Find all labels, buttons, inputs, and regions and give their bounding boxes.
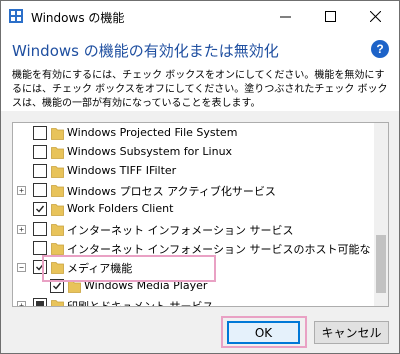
maximize-button[interactable] (308, 1, 353, 31)
windows-features-icon (9, 9, 23, 23)
folder-icon (51, 223, 64, 236)
expand-icon[interactable]: + (17, 224, 26, 234)
page-title: Windows の機能の有効化または無効化 (12, 42, 279, 60)
folder-icon (51, 299, 64, 306)
minimize-icon (280, 16, 291, 17)
folder-icon (51, 166, 64, 179)
feature-label: Windows Subsystem for Linux (67, 145, 233, 159)
close-icon (370, 10, 381, 22)
expand-icon[interactable]: + (17, 300, 26, 306)
feature-checkbox[interactable] (33, 145, 47, 160)
feature-checkbox[interactable] (33, 297, 47, 306)
feature-checkbox[interactable] (33, 183, 47, 198)
feature-label: Work Folders Client (67, 202, 174, 216)
collapse-icon[interactable]: − (17, 262, 26, 272)
feature-label: Windows プロセス アクティブ化サービス (67, 185, 276, 199)
header-area: Windows の機能の有効化または無効化 ? 機能を有効にするには、チェック … (1, 31, 399, 111)
maximize-icon (325, 10, 336, 22)
feature-row[interactable]: Work Folders Client (13, 200, 373, 219)
feature-checkbox[interactable] (33, 164, 47, 179)
feature-row[interactable]: Windows Subsystem for Linux (13, 143, 373, 162)
scroll-thumb[interactable] (376, 235, 386, 293)
feature-checkbox[interactable] (33, 221, 47, 236)
minimize-button[interactable] (263, 1, 308, 31)
help-icon[interactable]: ? (371, 40, 389, 58)
feature-checkbox[interactable] (33, 126, 47, 140)
feature-label: Windows TIFF IFilter (67, 164, 177, 178)
folder-icon (51, 185, 64, 198)
title-bar: Windows の機能 (1, 1, 399, 31)
feature-row[interactable]: + 印刷とドキュメント サービス (13, 296, 373, 307)
windows-features-dialog: Windows の機能 Windows の機能の有効化または無効化 ? 機能を有… (0, 0, 400, 354)
feature-label: 印刷とドキュメント サービス (67, 299, 214, 307)
ok-button[interactable]: OK (227, 321, 300, 344)
feature-label: Windows Projected File System (67, 126, 238, 139)
close-button[interactable] (353, 1, 398, 31)
folder-icon (51, 147, 64, 159)
folder-icon (51, 128, 64, 140)
feature-row[interactable]: + Windows プロセス アクティブ化サービス (13, 181, 373, 200)
feature-row[interactable]: + インターネット インフォメーション サービス (13, 220, 373, 239)
feature-row[interactable]: Windows Projected File System (13, 124, 373, 143)
highlight-frame-media-player (42, 255, 216, 282)
feature-checkbox[interactable] (33, 240, 47, 255)
checkmark-icon (53, 282, 62, 290)
folder-icon (51, 204, 64, 217)
cancel-button[interactable]: キャンセル (314, 321, 389, 344)
window-title: Windows の機能 (31, 11, 125, 25)
folder-icon (51, 242, 64, 255)
feature-label: インターネット インフォメーション サービス (67, 223, 294, 237)
checkmark-icon (36, 205, 45, 213)
feature-row[interactable]: Windows TIFF IFilter (13, 162, 373, 181)
description-text: 機能を有効にするには、チェック ボックスをオンにしてください。機能を無効にするに… (12, 70, 388, 109)
expand-icon[interactable]: + (17, 186, 26, 196)
vertical-scrollbar[interactable] (374, 123, 388, 306)
feature-checkbox[interactable] (33, 202, 47, 217)
